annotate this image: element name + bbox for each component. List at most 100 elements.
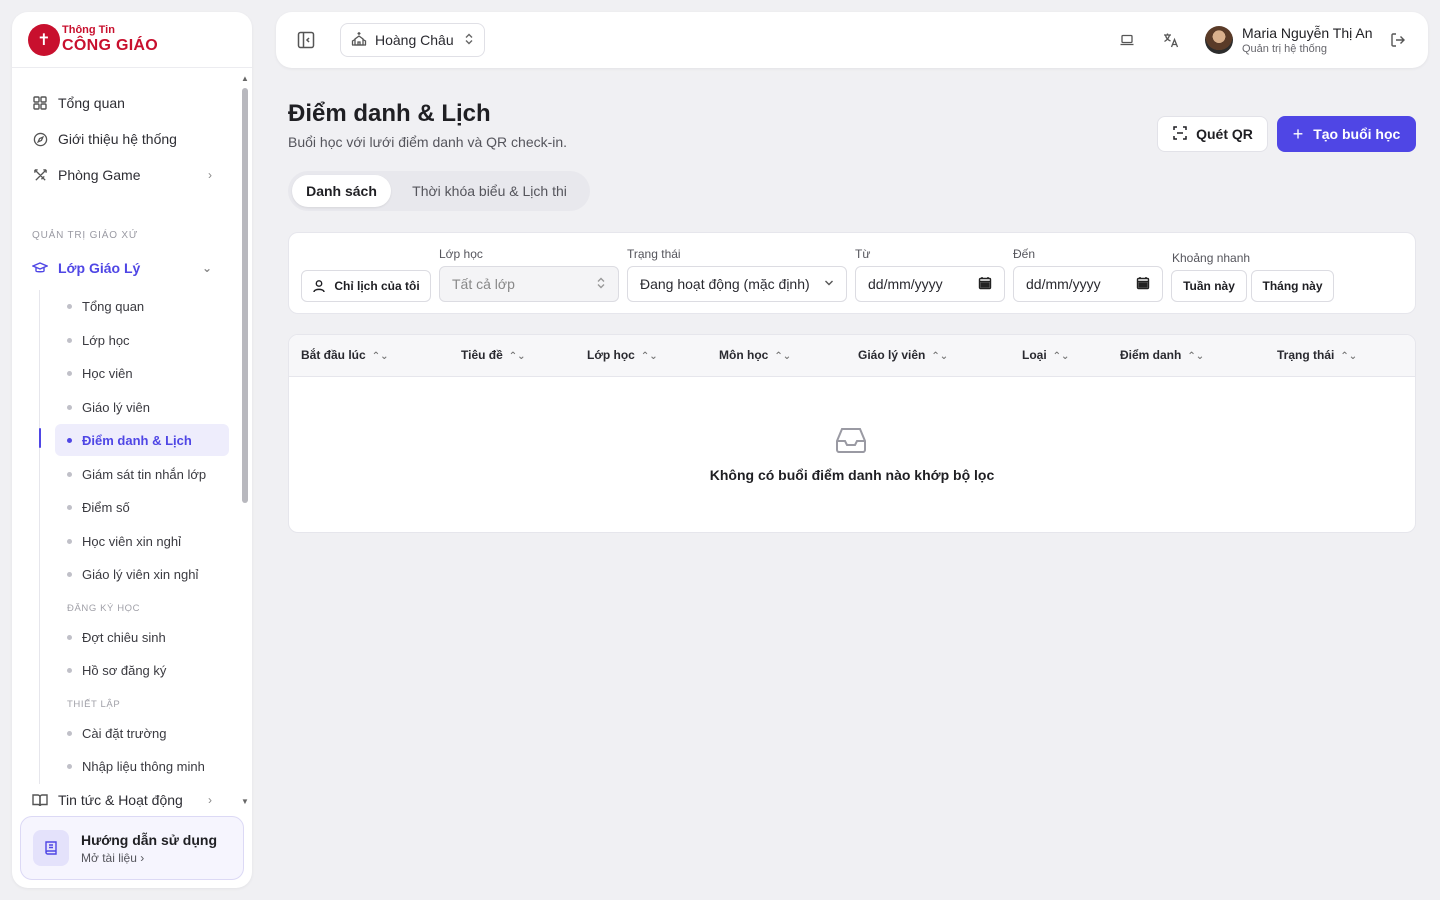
to-date-input[interactable]: dd/mm/yyyy xyxy=(1013,266,1163,302)
this-month-button[interactable]: Tháng này xyxy=(1251,270,1334,302)
status-select[interactable]: Đang hoạt động (mặc định) xyxy=(627,266,847,302)
sidebar-toggle-icon[interactable] xyxy=(296,30,316,50)
sort-icon: ⌃⌄ xyxy=(508,351,526,362)
class-select[interactable]: Tất cả lớp xyxy=(439,266,619,302)
column-label: Lớp học xyxy=(587,348,635,362)
column-header-start[interactable]: Bắt đầu lúc ⌃⌄ xyxy=(301,348,388,362)
column-label: Bắt đầu lúc xyxy=(301,348,366,362)
scan-qr-label: Quét QR xyxy=(1196,126,1253,142)
bullet-icon xyxy=(67,571,72,577)
sidebar-group-label: Lớp Giáo Lý xyxy=(58,260,141,276)
page-title: Điểm danh & Lịch xyxy=(288,100,491,127)
calendar-icon[interactable] xyxy=(978,276,992,293)
sort-icon: ⌃⌄ xyxy=(1052,351,1070,362)
sidebar-item-news[interactable]: Tin tức & Hoạt động › xyxy=(32,784,228,812)
bullet-icon xyxy=(67,730,72,736)
column-header-attendance[interactable]: Điểm danh ⌃⌄ xyxy=(1120,348,1204,362)
submenu-item-overview[interactable]: Tổng quan xyxy=(55,290,229,322)
logout-icon[interactable] xyxy=(1388,30,1408,50)
my-schedule-button[interactable]: Chỉ lịch của tôi xyxy=(301,270,431,302)
column-header-catechist[interactable]: Giáo lý viên ⌃⌄ xyxy=(858,348,948,362)
translate-icon[interactable] xyxy=(1161,30,1181,50)
column-header-class[interactable]: Lớp học ⌃⌄ xyxy=(587,348,658,362)
parish-selector[interactable]: Hoàng Châu xyxy=(340,23,485,57)
submenu-item-label: Lớp học xyxy=(82,332,130,348)
submenu-item-message-monitor[interactable]: Giám sát tin nhắn lớp xyxy=(55,458,229,490)
submenu-item-label: Giáo lý viên xin nghỉ xyxy=(82,566,199,582)
logo[interactable]: ✝ Thông Tin CÔNG GIÁO xyxy=(12,12,252,68)
submenu-item-label: Đợt chiêu sinh xyxy=(82,629,166,645)
sidebar-group-catechism[interactable]: Lớp Giáo Lý ⌄ xyxy=(32,252,228,284)
this-week-button[interactable]: Tuần này xyxy=(1171,270,1247,302)
scrollbar-thumb[interactable] xyxy=(242,88,248,503)
submenu-item-label: Giám sát tin nhắn lớp xyxy=(82,466,207,482)
column-label: Điểm danh xyxy=(1120,348,1182,362)
my-schedule-label: Chỉ lịch của tôi xyxy=(334,279,420,293)
sort-icon: ⌃⌄ xyxy=(931,351,949,362)
bullet-icon xyxy=(67,437,72,443)
create-session-button[interactable]: + Tạo buổi học xyxy=(1277,116,1416,152)
status-select-value: Đang hoạt động (mặc định) xyxy=(640,276,810,292)
column-label: Loại xyxy=(1022,348,1047,362)
bullet-icon xyxy=(67,504,72,510)
submenu-item-classes[interactable]: Lớp học xyxy=(55,324,229,356)
submenu-item-grades[interactable]: Điểm số xyxy=(55,491,229,523)
sidebar-nav: Tổng quan Giới thiệu hệ thống Phòng Game… xyxy=(12,82,238,812)
column-label: Tiêu đề xyxy=(461,348,503,362)
submenu-item-label: Học viên xin nghỉ xyxy=(82,533,181,549)
submenu-item-label: Giáo lý viên xyxy=(82,399,150,415)
sidebar-scrollbar[interactable]: ▲ ▼ xyxy=(241,74,249,806)
from-date-label: Từ xyxy=(855,247,871,261)
tab-timetable[interactable]: Thời khóa biểu & Lịch thi xyxy=(395,175,584,207)
submenu-item-attendance[interactable]: Điểm danh & Lịch xyxy=(55,424,229,456)
book-open-icon xyxy=(32,792,48,808)
tab-list[interactable]: Danh sách xyxy=(292,175,391,207)
submenu-item-catechists[interactable]: Giáo lý viên xyxy=(55,391,229,423)
plus-icon: + xyxy=(1292,123,1304,144)
sidebar-item-label: Phòng Game xyxy=(58,167,141,183)
scan-qr-button[interactable]: Quét QR xyxy=(1157,116,1268,152)
sort-icon: ⌃⌄ xyxy=(1340,351,1358,362)
guide-title: Hướng dẫn sử dụng xyxy=(81,831,217,848)
submenu-item-label: Nhập liệu thông minh xyxy=(82,758,205,774)
laptop-icon[interactable] xyxy=(1117,30,1137,50)
sidebar-item-intro[interactable]: Giới thiệu hệ thống xyxy=(32,123,228,155)
table-header: Bắt đầu lúc ⌃⌄ Tiêu đề ⌃⌄ Lớp học ⌃⌄ Môn họ… xyxy=(289,335,1415,377)
user-guide-card[interactable]: Hướng dẫn sử dụng Mở tài liệu › xyxy=(20,816,244,880)
bullet-icon xyxy=(67,763,72,769)
column-header-status[interactable]: Trạng thái ⌃⌄ xyxy=(1277,348,1357,362)
from-date-input[interactable]: dd/mm/yyyy xyxy=(855,266,1005,302)
column-header-title[interactable]: Tiêu đề ⌃⌄ xyxy=(461,348,526,362)
bullet-icon xyxy=(67,337,72,343)
filter-bar: Chỉ lịch của tôi Lớp học Tất cả lớp Trạn… xyxy=(288,232,1416,314)
submenu-item-applications[interactable]: Hồ sơ đăng ký xyxy=(55,654,229,686)
brand-bottom: CÔNG GIÁO xyxy=(62,37,159,54)
submenu-active-indicator xyxy=(39,428,41,448)
from-date-placeholder: dd/mm/yyyy xyxy=(868,276,943,292)
submenu-item-label: Điểm danh & Lịch xyxy=(82,432,192,448)
submenu-item-student-leave[interactable]: Học viên xin nghỉ xyxy=(55,525,229,557)
submenu-item-label: Tổng quan xyxy=(82,298,145,314)
sidebar-item-label: Tin tức & Hoạt động xyxy=(58,792,183,808)
scroll-up-arrow-icon[interactable]: ▲ xyxy=(241,74,249,83)
submenu-section-setup: THIẾT LẬP xyxy=(67,699,121,710)
chevron-right-icon: › xyxy=(208,168,212,182)
submenu-item-label: Học viên xyxy=(82,365,133,381)
view-tabs: Danh sách Thời khóa biểu & Lịch thi xyxy=(288,171,590,211)
sort-icon: ⌃⌄ xyxy=(774,351,792,362)
user-avatar[interactable] xyxy=(1205,26,1233,54)
submenu-item-students[interactable]: Học viên xyxy=(55,357,229,389)
column-header-type[interactable]: Loại ⌃⌄ xyxy=(1022,348,1069,362)
submenu-item-school-settings[interactable]: Cài đặt trường xyxy=(55,717,229,749)
calendar-icon[interactable] xyxy=(1136,276,1150,293)
sort-icon: ⌃⌄ xyxy=(640,351,658,362)
scroll-down-arrow-icon[interactable]: ▼ xyxy=(241,797,249,806)
submenu-item-smart-import[interactable]: Nhập liệu thông minh xyxy=(55,750,229,782)
submenu-item-enrollment-round[interactable]: Đợt chiêu sinh xyxy=(55,621,229,653)
sidebar-item-overview[interactable]: Tổng quan xyxy=(32,87,228,119)
sidebar-item-game-room[interactable]: Phòng Game › xyxy=(32,159,228,191)
column-header-subject[interactable]: Môn học ⌃⌄ xyxy=(719,348,791,362)
submenu-item-catechist-leave[interactable]: Giáo lý viên xin nghỉ xyxy=(55,558,229,590)
guide-link[interactable]: Mở tài liệu › xyxy=(81,851,217,865)
brand-top: Thông Tin xyxy=(62,24,115,36)
